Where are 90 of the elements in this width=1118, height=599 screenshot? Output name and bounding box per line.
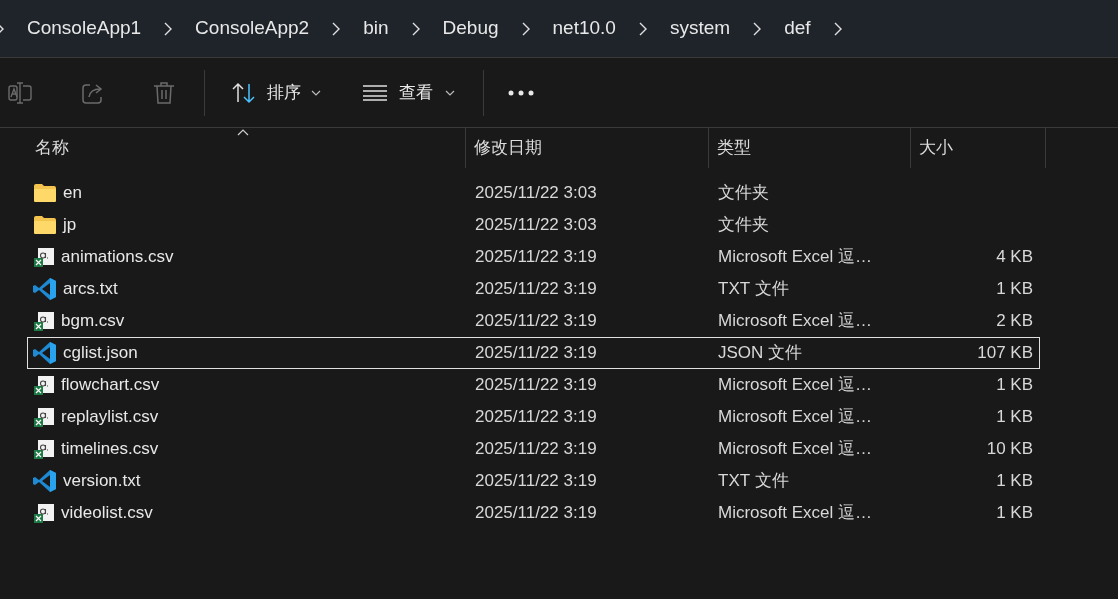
view-button[interactable]: 查看 [361,72,457,113]
file-name: arcs.txt [63,278,118,301]
chevron-icon[interactable] [752,21,763,36]
caret-icon [311,89,321,96]
file-size: 1 KB [996,374,1033,397]
chevron-icon[interactable] [410,21,421,36]
code-editor-file-icon [33,341,57,365]
file-name: cglist.json [63,342,138,365]
folder-icon [33,215,57,235]
file-name: animations.csv [61,246,174,269]
file-name: timelines.csv [61,438,159,461]
file-name: bgm.csv [61,310,125,333]
file-row[interactable]: version.txt 2025/11/22 3:19 TXT 文件 1 KB [27,465,1040,497]
file-type: 文件夹 [718,215,769,235]
file-row[interactable]: replaylist.csv 2025/11/22 3:19 Microsoft Excel 逗… 1 KB [27,401,1040,433]
file-name: en [63,182,82,205]
file-row[interactable]: jp 2025/11/22 3:03 文件夹 [27,209,1040,241]
chevron-icon[interactable] [331,21,342,36]
spreadsheet-file-icon [33,246,55,268]
modified-date: 2025/11/22 3:19 [475,471,597,491]
breadcrumb-item[interactable]: def [784,14,811,43]
sort-button[interactable]: 排序 [229,72,323,113]
modified-date: 2025/11/22 3:19 [475,439,597,459]
spreadsheet-file-icon [33,406,55,428]
file-type: Microsoft Excel 逗… [718,407,872,427]
file-size: 1 KB [996,502,1033,525]
spreadsheet-file-icon [33,438,55,460]
modified-date: 2025/11/22 3:19 [475,407,597,427]
chevron-icon[interactable] [520,21,531,36]
file-name: version.txt [63,470,141,493]
list-lines-icon [363,84,387,101]
file-type: 文件夹 [718,183,769,203]
breadcrumb-item[interactable]: ConsoleApp1 [27,14,142,43]
modified-date: 2025/11/22 3:03 [475,215,597,235]
modified-date: 2025/11/22 3:19 [475,503,597,523]
sort-arrows-icon [231,81,257,104]
file-size: 1 KB [996,406,1033,429]
chevron-icon[interactable] [163,21,174,36]
file-type: TXT 文件 [718,279,789,299]
file-size: 1 KB [996,278,1033,301]
spreadsheet-file-icon [33,502,55,524]
more-icon[interactable] [508,89,534,96]
chevron-icon[interactable] [637,21,648,36]
file-type: JSON 文件 [718,343,803,363]
file-name: replaylist.csv [61,406,159,429]
file-row[interactable]: arcs.txt 2025/11/22 3:19 TXT 文件 1 KB [27,273,1040,305]
column-header[interactable]: 大小 [919,135,953,161]
file-row[interactable]: videolist.csv 2025/11/22 3:19 Microsoft Excel 逗… 1 KB [27,497,1040,529]
modified-date: 2025/11/22 3:19 [475,375,597,395]
file-row[interactable]: timelines.csv 2025/11/22 3:19 Microsoft Excel 逗… 10 KB [27,433,1040,465]
breadcrumb-item[interactable]: system [669,14,731,43]
file-type: TXT 文件 [718,471,789,491]
modified-date: 2025/11/22 3:19 [475,311,597,331]
file-row[interactable]: cglist.json 2025/11/22 3:19 JSON 文件 107 KB [27,337,1040,369]
column-header[interactable]: 类型 [717,135,751,161]
file-size: 4 KB [996,246,1033,269]
spreadsheet-file-icon [33,310,55,332]
breadcrumb-item[interactable]: net10.0 [552,14,616,43]
file-size: 107 KB [977,342,1033,365]
file-type: Microsoft Excel 逗… [718,247,872,267]
modified-date: 2025/11/22 3:19 [475,247,597,267]
column-header[interactable]: 名称 [35,135,69,161]
file-row[interactable]: bgm.csv 2025/11/22 3:19 Microsoft Excel 逗… 2 KB [27,305,1040,337]
file-row[interactable]: animations.csv 2025/11/22 3:19 Microsoft Excel 逗… 4 KB [27,241,1040,273]
code-editor-file-icon [33,469,57,493]
file-row[interactable]: flowchart.csv 2025/11/22 3:19 Microsoft Excel 逗… 1 KB [27,369,1040,401]
file-type: Microsoft Excel 逗… [718,503,872,523]
file-name: flowchart.csv [61,374,160,397]
file-name: jp [63,214,77,237]
file-name: videolist.csv [61,502,153,525]
sort-caret-icon [237,129,249,136]
column-header[interactable]: 修改日期 [474,135,542,161]
folder-icon [33,183,57,203]
file-size: 2 KB [996,310,1033,333]
spreadsheet-file-icon [33,374,55,396]
chevron-icon[interactable] [832,21,843,36]
file-row[interactable]: en 2025/11/22 3:03 文件夹 [27,177,1040,209]
file-size: 1 KB [996,470,1033,493]
breadcrumb-item[interactable]: bin [363,14,389,43]
modified-date: 2025/11/22 3:19 [475,343,597,363]
breadcrumb-item[interactable]: ConsoleApp2 [195,14,310,43]
file-size: 10 KB [986,438,1033,461]
file-type: Microsoft Excel 逗… [718,311,872,331]
modified-date: 2025/11/22 3:19 [475,279,597,299]
modified-date: 2025/11/22 3:03 [475,183,597,203]
file-type: Microsoft Excel 逗… [718,375,872,395]
code-editor-file-icon [33,277,57,301]
breadcrumb-item[interactable]: Debug [442,14,499,43]
file-type: Microsoft Excel 逗… [718,439,872,459]
caret-icon [445,89,455,96]
